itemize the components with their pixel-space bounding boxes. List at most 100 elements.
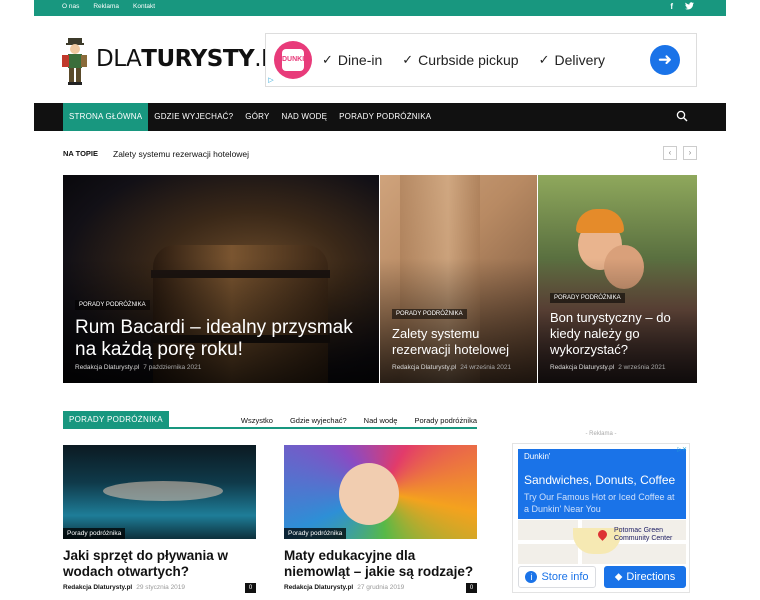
- logo-text: DLATURYSTY.PL: [96, 46, 287, 72]
- adchoices-icon[interactable]: ▷: [266, 76, 276, 86]
- hero-title[interactable]: Zalety systemu rezerwacji hotelowej: [392, 326, 532, 358]
- main-nav: STRONA GŁÓWNA GDZIE WYJECHAĆ? GÓRY NAD W…: [34, 103, 726, 131]
- map-label-line: Potomac Green: [614, 527, 664, 534]
- directions-icon: ⬥: [614, 570, 623, 583]
- directions-label: Directions: [626, 571, 676, 583]
- check-icon: ✓: [538, 52, 550, 67]
- site-logo[interactable]: DLATURYSTY.PL: [62, 36, 287, 86]
- ad-blue-panel: Dunkin' Sandwiches, Donuts, Coffee Try O…: [518, 449, 686, 519]
- hero-post-3[interactable]: PORADY PODRÓŻNIKA Bon turystyczny – do k…: [538, 175, 697, 383]
- ad-option-label: Delivery: [554, 52, 606, 68]
- hero-author[interactable]: Redakcja Dlaturysty.pl: [75, 364, 139, 371]
- map-label-line: Community Center: [614, 535, 673, 542]
- top-link-contact[interactable]: Kontakt: [133, 3, 155, 10]
- hero-title[interactable]: Rum Bacardi – idealny przysmak na każdą …: [75, 317, 370, 361]
- filter-where-to-go[interactable]: Gdzie wyjechać?: [290, 416, 347, 425]
- hero-title[interactable]: Bon turystyczny – do kiedy należy go wyk…: [550, 310, 690, 358]
- post-meta: Redakcja Dlaturysty.pl 29 stycznia 2019 0: [63, 583, 256, 593]
- side-ad[interactable]: Dunkin' Sandwiches, Donuts, Coffee Try O…: [512, 443, 690, 593]
- post-date: 27 grudnia 2019: [357, 584, 405, 591]
- adchoices-icon[interactable]: ▷✕: [677, 446, 687, 453]
- post-author[interactable]: Redakcja Dlaturysty.pl: [284, 584, 353, 591]
- nav-item-tips[interactable]: PORADY PODRÓŻNIKA: [333, 103, 437, 131]
- post-title[interactable]: Maty edukacyjne dla niemowląt – jakie są…: [284, 548, 477, 580]
- search-icon[interactable]: [676, 110, 688, 122]
- ad-option-label: Curbside pickup: [418, 52, 519, 68]
- baby-face-image: [339, 463, 399, 525]
- tourist-mascot-icon: [62, 38, 87, 85]
- post-meta: Redakcja Dlaturysty.pl 27 grudnia 2019 0: [284, 583, 477, 593]
- post-author[interactable]: Redakcja Dlaturysty.pl: [63, 584, 132, 591]
- map-label: Potomac Green Community Center: [614, 527, 672, 543]
- section-filters: Wszystko Gdzie wyjechać? Nad wodę Porady…: [241, 416, 477, 425]
- hero-post-1[interactable]: PORADY PODRÓŻNIKA Rum Bacardi – idealny …: [63, 175, 379, 383]
- filter-water[interactable]: Nad wodę: [364, 416, 398, 425]
- hero-category[interactable]: PORADY PODRÓŻNIKA: [75, 300, 150, 310]
- hero-category[interactable]: PORADY PODRÓŻNIKA: [392, 309, 467, 319]
- ad-subtext: Try Our Famous Hot or Iced Coffee at a D…: [524, 492, 675, 514]
- section-header: PORADY PODRÓŻNIKA Wszystko Gdzie wyjecha…: [63, 411, 477, 429]
- section-tag[interactable]: PORADY PODRÓŻNIKA: [63, 411, 169, 429]
- comment-count[interactable]: 0: [466, 583, 477, 593]
- social-links: f: [670, 2, 694, 12]
- ad-map[interactable]: Potomac Green Community Center: [518, 520, 686, 564]
- ad-headline[interactable]: Sandwiches, Donuts, Coffee: [524, 473, 675, 487]
- top-bar: O nas Reklama Kontakt f: [34, 0, 726, 16]
- info-icon: i: [525, 571, 538, 583]
- hero-meta: Redakcja Dlaturysty.pl 7 października 202…: [75, 364, 201, 371]
- ad-options: ✓ Dine-in ✓ Curbside pickup ✓ Delivery: [322, 52, 605, 68]
- filter-all[interactable]: Wszystko: [241, 416, 273, 425]
- ad-option-label: Dine-in: [337, 52, 383, 68]
- hero-meta: Redakcja Dlaturysty.pl 24 września 2021: [392, 364, 511, 371]
- ad-option-curbside: ✓ Curbside pickup: [402, 52, 518, 68]
- hero-post-2[interactable]: PORADY PODRÓŻNIKA Zalety systemu rezerwa…: [380, 175, 537, 383]
- directions-button[interactable]: ⬥ Directions: [604, 566, 686, 588]
- logo-prefix: DLA: [96, 46, 142, 72]
- trending-title[interactable]: Zalety systemu rezerwacji hotelowej: [113, 149, 249, 159]
- post-card: Porady podróżnika Jaki sprzęt do pływani…: [63, 445, 256, 593]
- ad-brand: Dunkin': [524, 452, 551, 461]
- comment-count[interactable]: 0: [245, 583, 256, 593]
- ad-option-dinein: ✓ Dine-in: [322, 52, 382, 68]
- post-date: 29 stycznia 2019: [136, 584, 186, 591]
- swimmer-image: [103, 481, 223, 501]
- hero-meta: Redakcja Dlaturysty.pl 2 września 2021: [550, 364, 666, 371]
- store-info-button[interactable]: i Store info: [518, 566, 596, 588]
- post-thumbnail[interactable]: Porady podróżnika: [284, 445, 477, 539]
- post-title[interactable]: Jaki sprzęt do pływania w wodach otwarty…: [63, 548, 256, 580]
- hero-date: 2 września 2021: [618, 364, 666, 371]
- dunkin-badge: DUNKIN: [282, 49, 309, 71]
- hero-date: 7 października 2021: [143, 364, 202, 371]
- post-card: Porady podróżnika Maty edukacyjne dla ni…: [284, 445, 477, 593]
- top-links: O nas Reklama Kontakt: [62, 3, 155, 10]
- trending-bar: NA TOPIE Zalety systemu rezerwacji hotel…: [63, 146, 697, 162]
- logo-main: TURYSTY: [141, 46, 255, 72]
- post-category[interactable]: Porady podróżnika: [63, 528, 126, 539]
- directions-arrow-icon[interactable]: ➜: [650, 45, 680, 75]
- facebook-icon[interactable]: f: [670, 2, 673, 12]
- hero-author[interactable]: Redakcja Dlaturysty.pl: [550, 364, 614, 371]
- filter-tips[interactable]: Porady podróżnika: [414, 416, 477, 425]
- dunkin-logo: DUNKIN: [274, 41, 312, 79]
- hero-author[interactable]: Redakcja Dlaturysty.pl: [392, 364, 456, 371]
- top-ad-banner[interactable]: DUNKIN ✓ Dine-in ✓ Curbside pickup ✓ Delive…: [265, 33, 697, 87]
- hero-category[interactable]: PORADY PODRÓŻNIKA: [550, 293, 625, 303]
- store-info-label: Store info: [541, 571, 589, 583]
- nav-item-water[interactable]: NAD WODĘ: [276, 103, 334, 131]
- ad-option-delivery: ✓ Delivery: [539, 52, 605, 68]
- twitter-icon[interactable]: [685, 2, 694, 12]
- trending-prev-button[interactable]: ‹: [663, 146, 677, 160]
- trending-next-button[interactable]: ›: [683, 146, 697, 160]
- top-link-ads[interactable]: Reklama: [93, 3, 119, 10]
- check-icon: ✓: [322, 52, 333, 67]
- trending-label: NA TOPIE: [63, 149, 99, 158]
- nav-item-where-to-go[interactable]: GDZIE WYJECHAĆ?: [148, 103, 239, 131]
- top-link-about[interactable]: O nas: [62, 3, 79, 10]
- post-category[interactable]: Porady podróżnika: [284, 528, 347, 539]
- nav-item-home[interactable]: STRONA GŁÓWNA: [63, 103, 149, 131]
- post-thumbnail[interactable]: Porady podróżnika: [63, 445, 256, 539]
- ad-label: - Reklama -: [585, 431, 617, 437]
- nav-item-mountains[interactable]: GÓRY: [239, 103, 275, 131]
- check-icon: ✓: [402, 52, 414, 67]
- hero-date: 24 września 2021: [460, 364, 512, 371]
